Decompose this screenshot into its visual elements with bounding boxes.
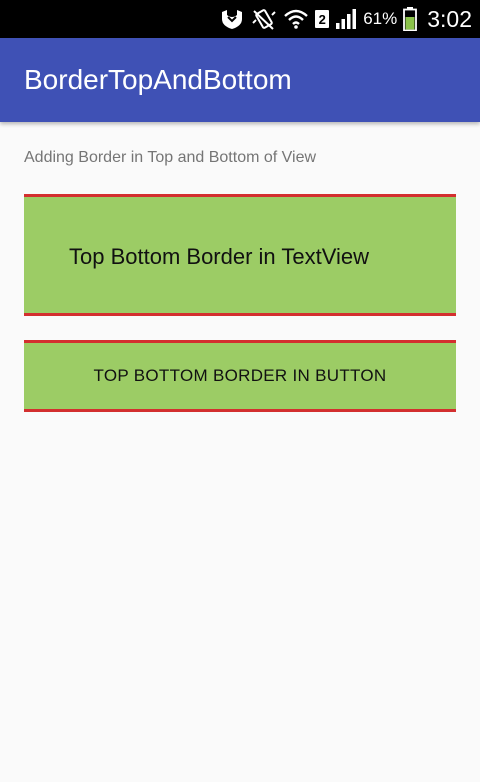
- vibrate-icon: [251, 7, 277, 31]
- bordered-text-view: Top Bottom Border in TextView: [24, 194, 456, 316]
- sim-badge: 2: [315, 10, 330, 28]
- text-view-label: Top Bottom Border in TextView: [69, 244, 370, 269]
- button-label: TOP BOTTOM BORDER IN BUTTON: [93, 366, 387, 385]
- wifi-icon: [283, 8, 309, 30]
- security-shield-icon: [219, 8, 245, 30]
- app-title: BorderTopAndBottom: [24, 64, 292, 95]
- top-bottom-border-button[interactable]: TOP BOTTOM BORDER IN BUTTON: [24, 340, 456, 412]
- clock: 3:02: [427, 5, 472, 32]
- status-bar: 2 61% 3:02: [0, 0, 480, 38]
- app-bar: BorderTopAndBottom: [0, 38, 480, 122]
- battery-percent: 61%: [363, 9, 398, 28]
- subtitle-text: Adding Border in Top and Bottom of View: [24, 149, 317, 166]
- battery-icon: [403, 7, 418, 31]
- signal-icon: [335, 8, 357, 30]
- status-icons: 2 61% 3:02: [219, 0, 472, 38]
